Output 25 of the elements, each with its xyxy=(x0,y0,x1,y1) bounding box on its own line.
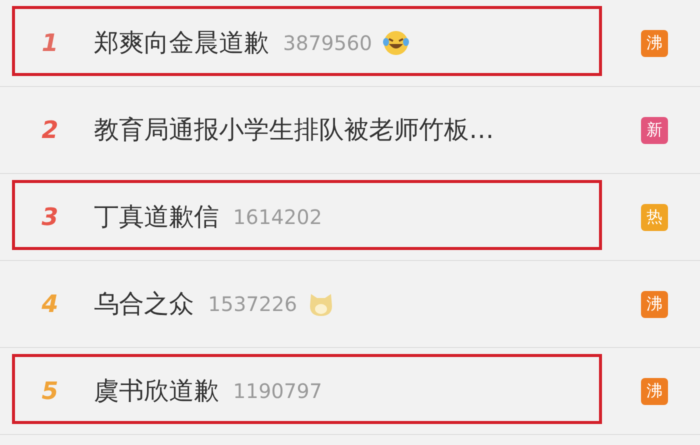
topic-link[interactable]: 虞书欣道歉 xyxy=(94,372,219,410)
hot-badge: 沸 xyxy=(641,30,668,56)
topic-link[interactable]: 乌合之众 xyxy=(94,285,194,323)
view-count: 1614202 xyxy=(233,204,322,231)
topic-link[interactable]: 教育局通报小学生排队被老师竹板… xyxy=(94,111,494,149)
rank-number: 4 xyxy=(40,289,60,320)
hot-search-row[interactable]: 1 郑爽向金晨道歉 3879560 沸 xyxy=(0,0,700,87)
view-count: 1537226 xyxy=(208,291,298,318)
view-count: 1190797 xyxy=(233,378,322,405)
rank-number: 2 xyxy=(40,115,60,146)
hot-badge: 热 xyxy=(641,204,668,230)
hot-badge: 沸 xyxy=(641,378,668,404)
hot-search-row[interactable]: 4 乌合之众 1537226 沸 xyxy=(0,261,700,348)
rank-number: 5 xyxy=(40,376,60,407)
hot-search-row[interactable]: 3 丁真道歉信 1614202 热 xyxy=(0,174,700,261)
hot-badge: 沸 xyxy=(641,290,668,318)
topic-link[interactable]: 郑爽向金晨道歉 xyxy=(94,24,269,62)
laughing-emoji-icon xyxy=(382,29,410,57)
rank-number: 3 xyxy=(40,202,60,233)
hot-search-row[interactable]: 2 教育局通报小学生排队被老师竹板… 新 xyxy=(0,87,700,174)
hot-search-row[interactable]: 5 虞书欣道歉 1190797 沸 xyxy=(0,348,700,435)
hot-badge: 新 xyxy=(641,116,668,144)
view-count: 3879560 xyxy=(283,30,372,57)
topic-link[interactable]: 丁真道歉信 xyxy=(94,198,219,236)
rank-number: 1 xyxy=(40,28,60,59)
